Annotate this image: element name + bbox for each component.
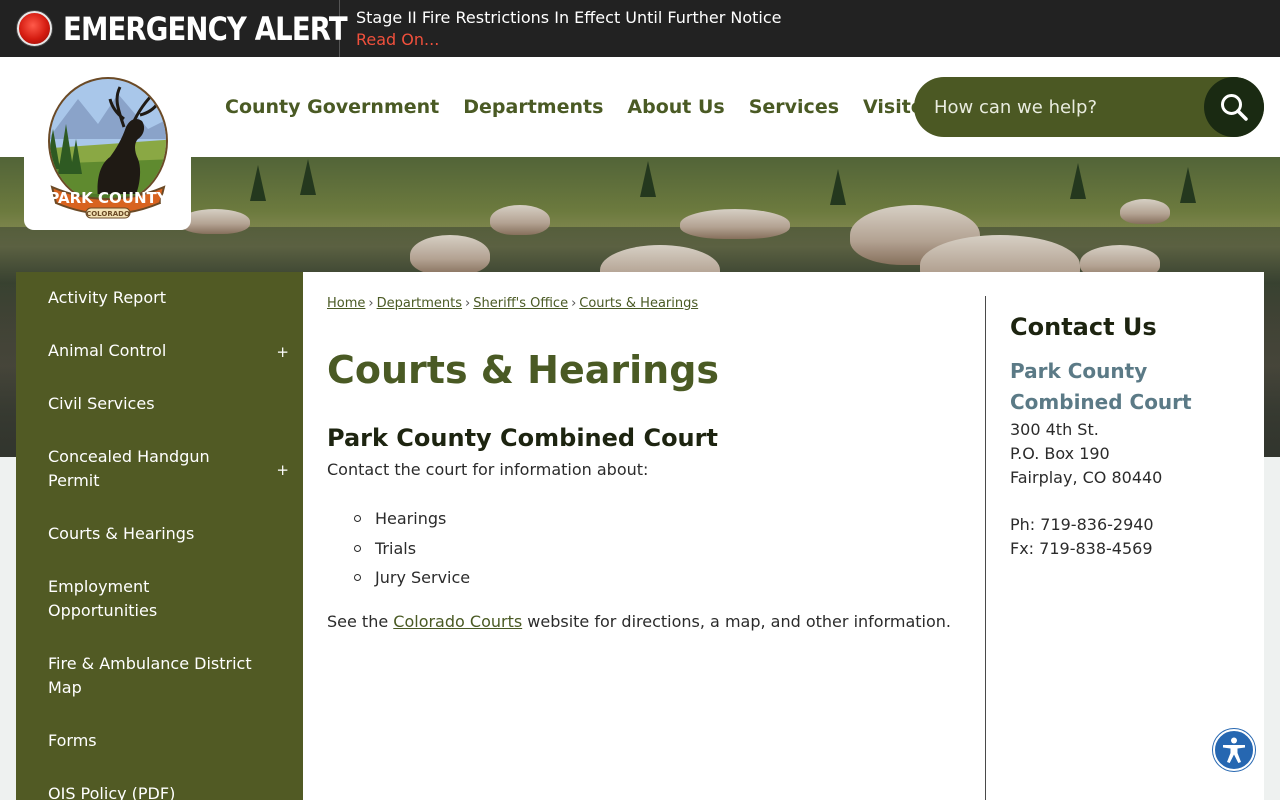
sidebar-item-label: Concealed Handgun Permit	[48, 447, 210, 490]
sidebar-item-civil-services[interactable]: Civil Services	[16, 378, 303, 431]
contact-heading: Contact Us	[1010, 313, 1157, 341]
expand-plus-icon[interactable]: +	[276, 458, 289, 482]
nav-about-us[interactable]: About Us	[627, 96, 724, 118]
sidebar-item-animal-control[interactable]: Animal Control +	[16, 325, 303, 378]
sidebar-item-label: OIS Policy (PDF)	[48, 784, 176, 800]
sidebar-item-fire-ambulance-map[interactable]: Fire & Ambulance District Map	[16, 638, 303, 715]
sidebar-item-courts-hearings[interactable]: Courts & Hearings	[16, 508, 303, 561]
expand-plus-icon[interactable]: +	[276, 340, 289, 364]
colorado-courts-link[interactable]: Colorado Courts	[393, 612, 522, 631]
content-divider	[985, 296, 986, 800]
nav-services[interactable]: Services	[749, 96, 839, 118]
intro-text: Contact the court for information about:	[327, 460, 649, 479]
alert-message: Stage II Fire Restrictions In Effect Unt…	[356, 7, 782, 27]
sidebar-item-concealed-handgun-permit[interactable]: Concealed Handgun Permit +	[16, 431, 303, 508]
page-title: Courts & Hearings	[327, 348, 720, 392]
see-text-after: website for directions, a map, and other…	[522, 612, 951, 631]
breadcrumb-courts-hearings[interactable]: Courts & Hearings	[579, 296, 698, 311]
contact-org-name[interactable]: Park County Combined Court	[1010, 356, 1250, 418]
main-nav: County Government Departments About Us S…	[225, 57, 945, 157]
contact-fax: Fx: 719-838-4569	[1010, 539, 1153, 558]
main-content: Home › Departments › Sheriff's Office › Courts…	[303, 272, 1264, 800]
breadcrumb-sheriffs-office[interactable]: Sheriff's Office	[473, 296, 568, 311]
sidebar-item-label: Courts & Hearings	[48, 524, 195, 543]
sidebar-item-label: Animal Control	[48, 341, 167, 360]
logo-emblem-icon: PARK COUNTY COLORADO	[47, 76, 168, 218]
breadcrumb: Home › Departments › Sheriff's Office › Courts…	[327, 296, 698, 311]
nav-departments[interactable]: Departments	[463, 96, 603, 118]
alert-title: EMERGENCY ALERT	[63, 9, 348, 48]
breadcrumb-home[interactable]: Home	[327, 296, 365, 311]
alert-label-area: EMERGENCY ALERT	[0, 0, 348, 57]
colorado-courts-paragraph: See the Colorado Courts website for dire…	[327, 612, 951, 631]
alert-read-on-link[interactable]: Read On...	[356, 29, 439, 51]
accessibility-button[interactable]	[1213, 729, 1255, 771]
contact-org-line: Park County	[1010, 359, 1148, 383]
contact-panel: Contact Us Park County Combined Court 30…	[1010, 312, 1250, 561]
alert-light-icon	[17, 11, 52, 46]
sidebar-item-label: Activity Report	[48, 288, 166, 307]
contact-phone: Ph: 719-836-2940	[1010, 515, 1154, 534]
emergency-alert-bar: EMERGENCY ALERT Stage II Fire Restrictio…	[0, 0, 1280, 57]
sidebar-item-label: Employment Opportunities	[48, 577, 158, 620]
logo-text: PARK COUNTY	[48, 189, 168, 207]
logo-subtext: COLORADO	[86, 210, 130, 218]
contact-address-line: P.O. Box 190	[1010, 444, 1110, 463]
sidebar-item-activity-report[interactable]: Activity Report	[16, 272, 303, 325]
sidebar-item-forms[interactable]: Forms	[16, 715, 303, 768]
list-item: Trials	[351, 534, 470, 564]
sidebar-nav: Activity Report Animal Control + Civil S…	[16, 272, 303, 800]
search-button[interactable]	[1204, 77, 1264, 137]
contact-org-line: Combined Court	[1010, 390, 1192, 414]
contact-address-line: Fairplay, CO 80440	[1010, 468, 1163, 487]
topic-list: Hearings Trials Jury Service	[351, 504, 470, 593]
list-item: Jury Service	[351, 563, 470, 593]
contact-address-line: 300 4th St.	[1010, 420, 1099, 439]
breadcrumb-separator: ›	[465, 296, 471, 311]
alert-content: Stage II Fire Restrictions In Effect Unt…	[340, 7, 782, 51]
breadcrumb-separator: ›	[571, 296, 577, 311]
sidebar-item-ois-policy[interactable]: OIS Policy (PDF)	[16, 768, 303, 800]
court-heading: Park County Combined Court	[327, 424, 718, 452]
contact-spacer	[1010, 490, 1250, 513]
accessibility-icon	[1223, 737, 1245, 763]
nav-county-government[interactable]: County Government	[225, 96, 439, 118]
search-input[interactable]	[934, 87, 1204, 127]
see-text-before: See the	[327, 612, 394, 631]
search-icon	[1221, 94, 1248, 121]
sidebar-item-label: Civil Services	[48, 394, 155, 413]
breadcrumb-separator: ›	[368, 296, 374, 311]
sidebar-item-label: Forms	[48, 731, 97, 750]
sidebar-item-label: Fire & Ambulance District Map	[48, 654, 252, 697]
search-bar	[914, 77, 1264, 137]
park-county-logo[interactable]: PARK COUNTY COLORADO	[24, 57, 191, 230]
list-item: Hearings	[351, 504, 470, 534]
sidebar-item-employment-opportunities[interactable]: Employment Opportunities	[16, 561, 303, 638]
breadcrumb-departments[interactable]: Departments	[377, 296, 462, 311]
